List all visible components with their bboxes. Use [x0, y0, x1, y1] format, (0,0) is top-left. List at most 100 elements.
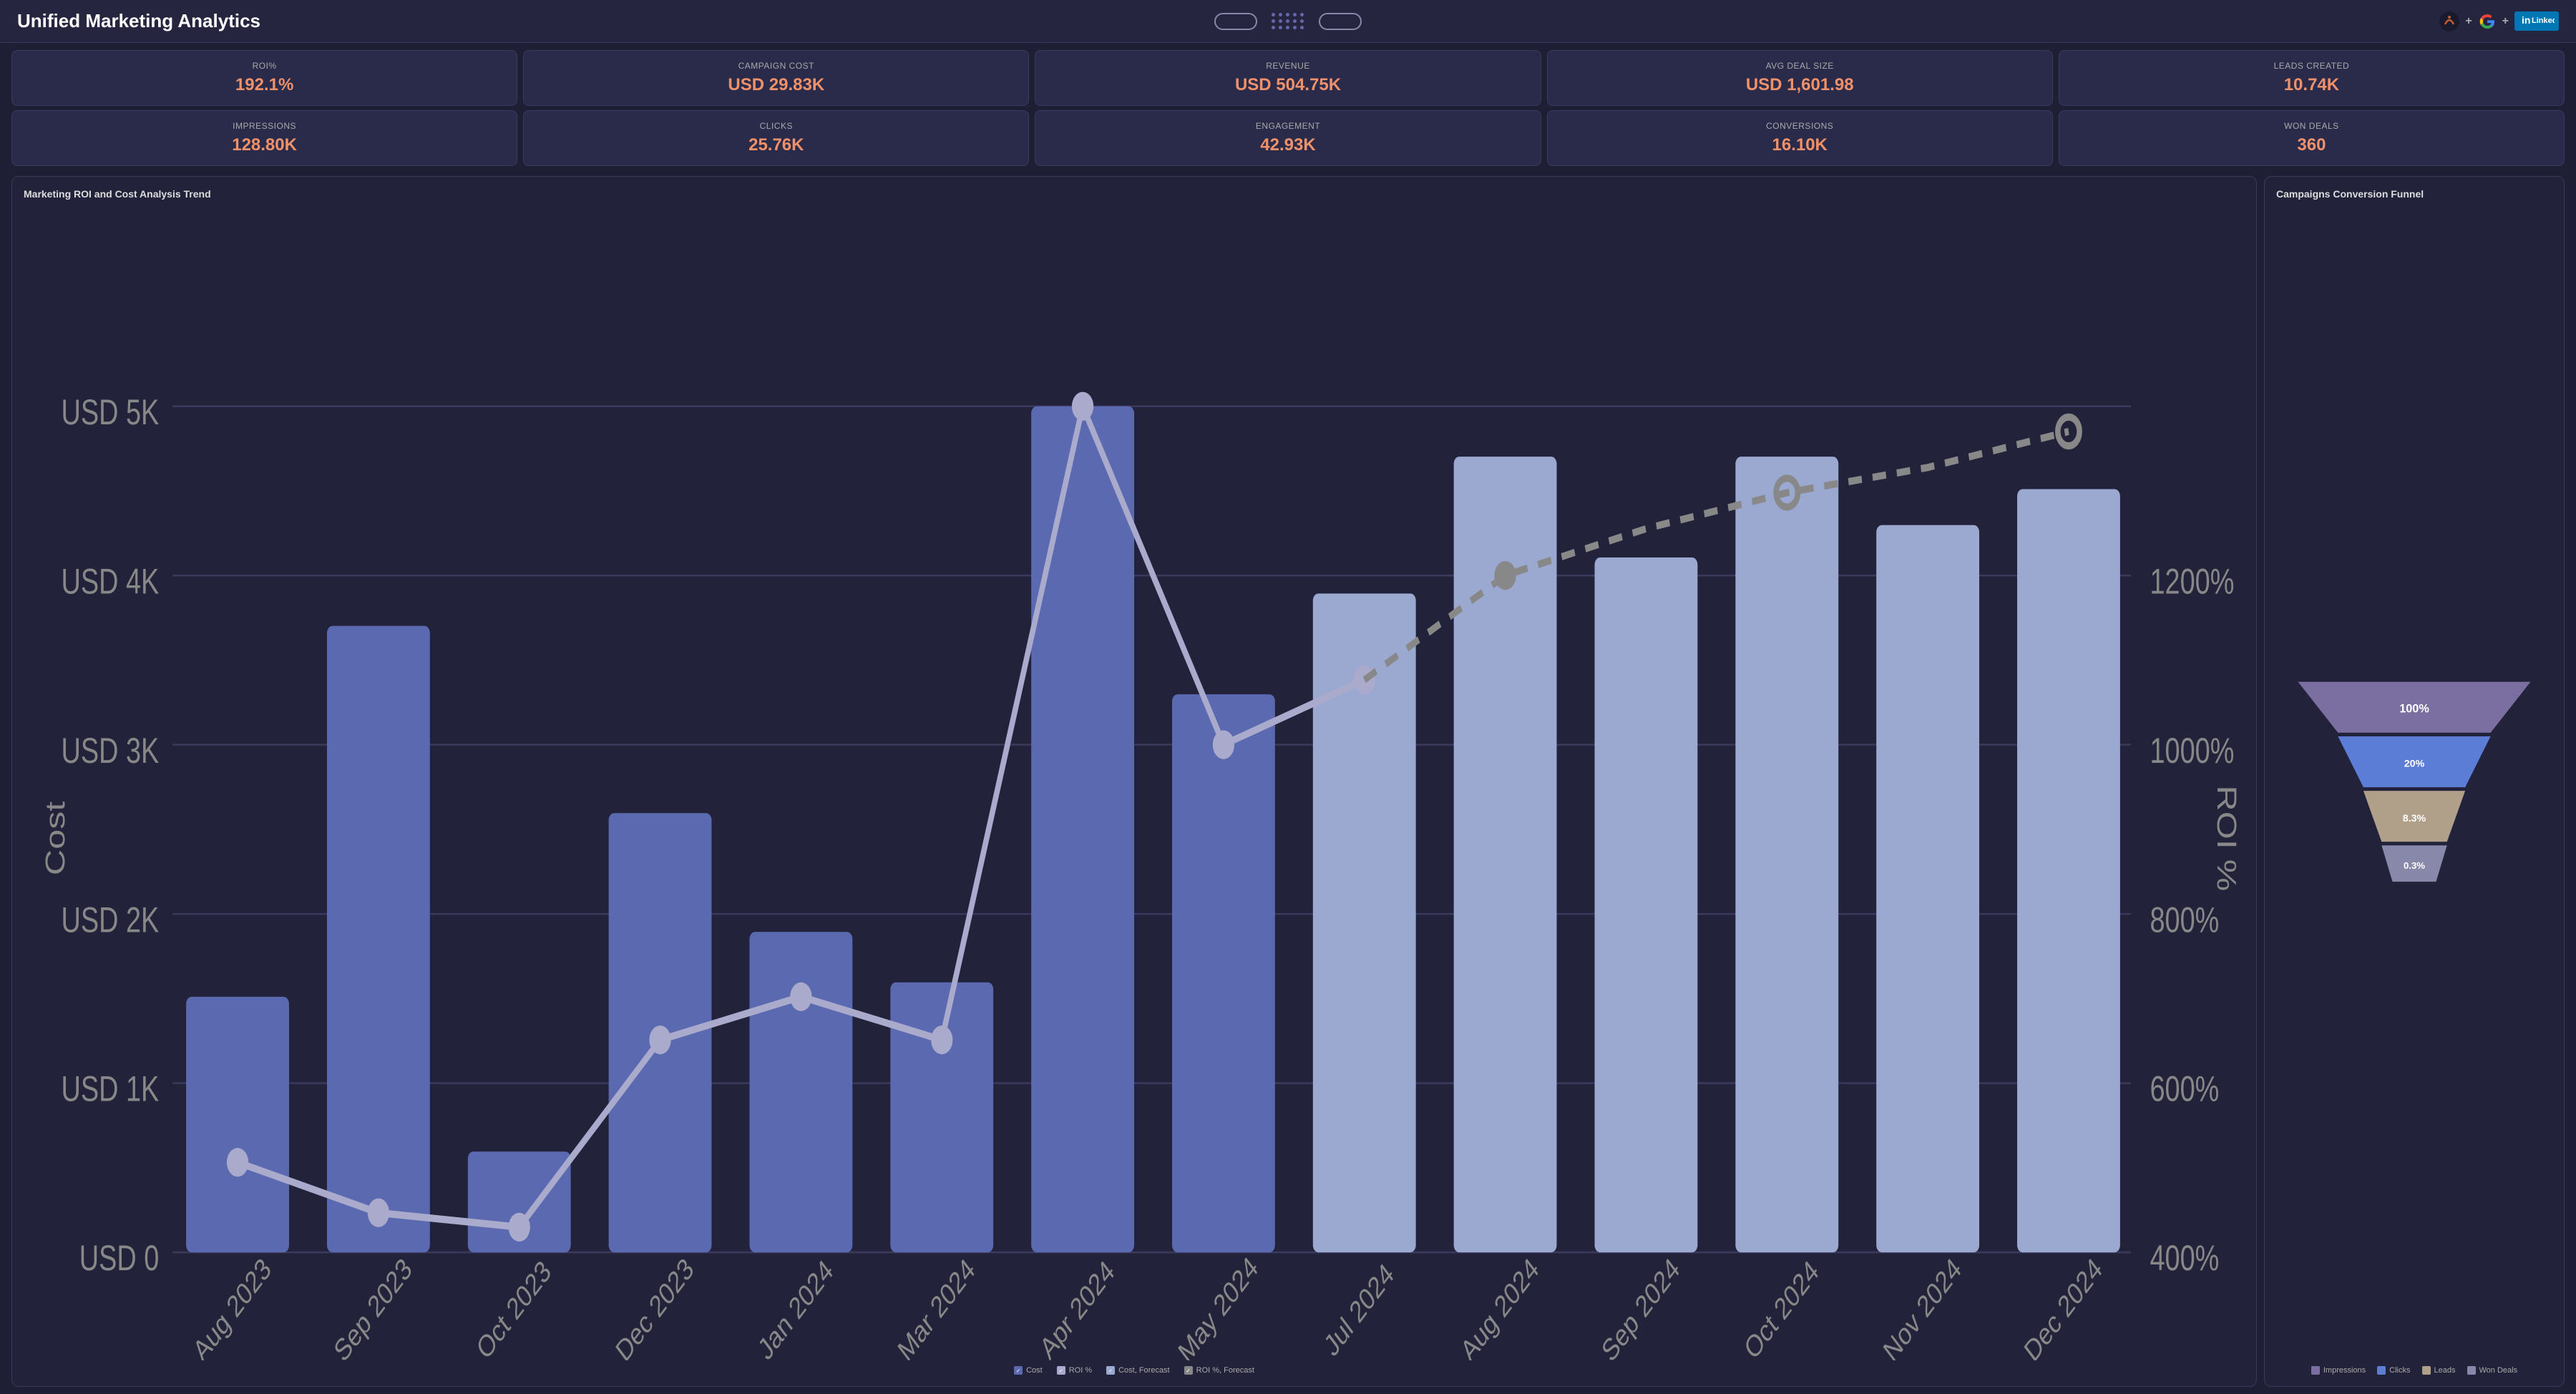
kpi-label-0: ROI%	[24, 61, 505, 71]
funnel-legend-won-deals-label: Won Deals	[2479, 1366, 2518, 1375]
svg-text:1000%: 1000%	[2150, 731, 2235, 771]
svg-text:Sep 2024: Sep 2024	[1597, 1252, 1685, 1360]
funnel-legend-clicks-label: Clicks	[2389, 1366, 2410, 1375]
svg-text:in: in	[2522, 14, 2530, 26]
svg-text:Aug 2024: Aug 2024	[1456, 1252, 1544, 1360]
claude-icon	[2439, 11, 2459, 31]
svg-text:Jul 2024: Jul 2024	[1319, 1257, 1399, 1360]
svg-text:Jan 2024: Jan 2024	[753, 1254, 839, 1360]
plus-sign-1: +	[2465, 15, 2472, 28]
kpi-card-0: ROI% 192.1%	[11, 50, 517, 106]
kpi-section: ROI% 192.1% Campaign Cost USD 29.83K Rev…	[0, 43, 2576, 170]
kpi-card-2: Engagement 42.93K	[1035, 110, 1541, 166]
svg-text:Linked: Linked	[2532, 16, 2555, 25]
kpi-card-4: Leads Created 10.74K	[2059, 50, 2565, 106]
svg-text:USD 4K: USD 4K	[62, 562, 160, 601]
svg-text:Mar 2024: Mar 2024	[893, 1252, 980, 1360]
funnel-title: Campaigns Conversion Funnel	[2276, 188, 2552, 200]
funnel-legend-leads: Leads	[2422, 1366, 2456, 1375]
kpi-label-0: Impressions	[24, 121, 505, 131]
svg-text:USD 0: USD 0	[79, 1239, 159, 1278]
kpi-value-0: 128.80K	[24, 135, 505, 155]
kpi-value-1: 25.76K	[535, 135, 1017, 155]
svg-text:100%: 100%	[2399, 702, 2429, 715]
page-title: Unified Marketing Analytics	[17, 10, 260, 32]
kpi-label-4: Won Deals	[2071, 121, 2552, 131]
svg-text:0.3%: 0.3%	[2404, 860, 2425, 871]
svg-text:USD 2K: USD 2K	[62, 900, 160, 940]
kpi-value-0: 192.1%	[24, 75, 505, 95]
kpi-label-1: Clicks	[535, 121, 1017, 131]
kpi-card-2: Revenue USD 504.75K	[1035, 50, 1541, 106]
svg-text:Aug 2023: Aug 2023	[188, 1252, 276, 1360]
kpi-row-1: ROI% 192.1% Campaign Cost USD 29.83K Rev…	[11, 50, 2565, 106]
svg-text:600%: 600%	[2150, 1070, 2220, 1109]
kpi-row-2: Impressions 128.80K Clicks 25.76K Engage…	[11, 110, 2565, 166]
legend-roi: ✓ ROI %	[1057, 1366, 1092, 1375]
funnel-section: Campaigns Conversion Funnel 100% 20% 8.3…	[2264, 176, 2565, 1387]
svg-text:400%: 400%	[2150, 1239, 2220, 1278]
legend-roi-forecast-label: ROI %, Forecast	[1196, 1366, 1254, 1375]
svg-text:8.3%: 8.3%	[2403, 813, 2426, 824]
kpi-value-1: USD 29.83K	[535, 75, 1017, 95]
linkedin-icon: in Linked	[2519, 13, 2555, 27]
dashboard: Unified Marketing Analytics +	[0, 0, 2576, 1394]
funnel-svg: 100% 20% 8.3% 0.3%	[2276, 208, 2552, 1359]
svg-text:Dec 2023: Dec 2023	[611, 1252, 699, 1360]
header-center-icons	[1214, 13, 1362, 30]
svg-text:ROI %: ROI %	[2212, 785, 2242, 891]
main-content: Marketing ROI and Cost Analysis Trend US…	[0, 170, 2576, 1394]
pill-icon-right	[1319, 13, 1362, 30]
kpi-card-1: Clicks 25.76K	[523, 110, 1029, 166]
kpi-label-3: Avg Deal Size	[1559, 61, 2041, 71]
svg-text:800%: 800%	[2150, 900, 2220, 940]
funnel-legend: Impressions Clicks Leads Won Deals	[2276, 1366, 2552, 1375]
kpi-card-0: Impressions 128.80K	[11, 110, 517, 166]
kpi-card-4: Won Deals 360	[2059, 110, 2565, 166]
svg-text:Cost: Cost	[41, 801, 71, 875]
chart-section: Marketing ROI and Cost Analysis Trend US…	[11, 176, 2257, 1387]
chart-legend: ✓ Cost ✓ ROI % ✓ Cost, Forecast ✓ ROI %,…	[24, 1366, 2245, 1375]
legend-roi-label: ROI %	[1069, 1366, 1092, 1375]
svg-text:USD 3K: USD 3K	[62, 731, 160, 771]
svg-text:USD 1K: USD 1K	[62, 1070, 160, 1109]
kpi-value-4: 360	[2071, 135, 2552, 155]
svg-text:20%: 20%	[2404, 759, 2425, 770]
kpi-value-2: USD 504.75K	[1047, 75, 1528, 95]
legend-cost-forecast-label: Cost, Forecast	[1118, 1366, 1170, 1375]
funnel-legend-impressions-label: Impressions	[2323, 1366, 2366, 1375]
funnel-container: 100% 20% 8.3% 0.3%	[2276, 208, 2552, 1359]
kpi-label-2: Revenue	[1047, 61, 1528, 71]
kpi-card-3: Avg Deal Size USD 1,601.98	[1547, 50, 2053, 106]
svg-text:1200%: 1200%	[2150, 562, 2235, 601]
svg-text:USD 5K: USD 5K	[62, 393, 160, 432]
kpi-value-2: 42.93K	[1047, 135, 1528, 155]
kpi-value-4: 10.74K	[2071, 75, 2552, 95]
svg-text:Dec 2024: Dec 2024	[2019, 1252, 2107, 1360]
kpi-value-3: USD 1,601.98	[1559, 75, 2041, 95]
svg-text:Nov 2024: Nov 2024	[1879, 1252, 1967, 1360]
svg-text:Apr 2024: Apr 2024	[1035, 1254, 1120, 1360]
google-icon	[2478, 12, 2497, 31]
kpi-value-3: 16.10K	[1559, 135, 2041, 155]
chart-title: Marketing ROI and Cost Analysis Trend	[24, 188, 2245, 200]
svg-text:Oct 2023: Oct 2023	[472, 1254, 557, 1360]
header-logos: + + in Linked	[2439, 11, 2559, 31]
kpi-card-3: Conversions 16.10K	[1547, 110, 2053, 166]
kpi-label-1: Campaign Cost	[535, 61, 1017, 71]
legend-cost-forecast: ✓ Cost, Forecast	[1106, 1366, 1170, 1375]
legend-roi-forecast: ✓ ROI %, Forecast	[1184, 1366, 1254, 1375]
funnel-legend-clicks: Clicks	[2377, 1366, 2410, 1375]
svg-text:May 2024: May 2024	[1174, 1251, 1263, 1360]
svg-text:Sep 2023: Sep 2023	[329, 1252, 417, 1360]
funnel-legend-won-deals: Won Deals	[2467, 1366, 2518, 1375]
pill-icon-left	[1214, 13, 1257, 30]
header: Unified Marketing Analytics +	[0, 0, 2576, 43]
funnel-legend-leads-label: Leads	[2434, 1366, 2456, 1375]
kpi-label-2: Engagement	[1047, 121, 1528, 131]
linkedin-logo: in Linked	[2514, 11, 2559, 31]
kpi-label-4: Leads Created	[2071, 61, 2552, 71]
chart-container: USD 0 USD 1K USD 2K USD 3K USD 4K USD 5K…	[24, 208, 2245, 1360]
funnel-legend-impressions: Impressions	[2311, 1366, 2366, 1375]
plus-sign-2: +	[2502, 15, 2509, 28]
